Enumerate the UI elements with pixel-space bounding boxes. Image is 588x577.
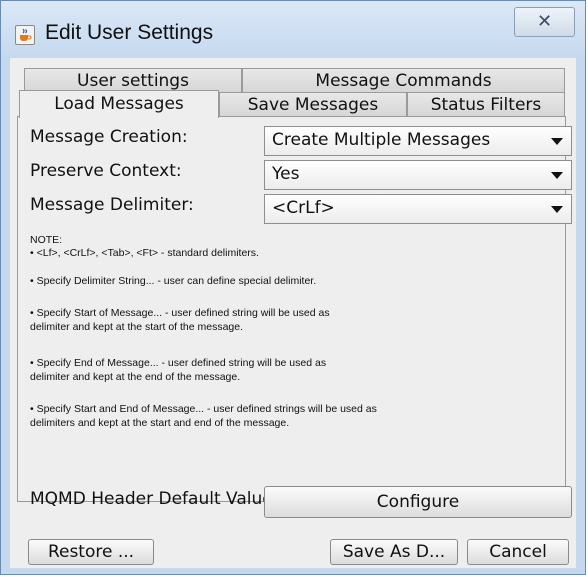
preserve-context-label: Preserve Context: <box>30 161 182 181</box>
tab-message-commands[interactable]: Message Commands <box>242 68 565 92</box>
configure-button[interactable]: Configure <box>264 486 572 518</box>
tab-label: Message Commands <box>315 71 492 91</box>
mqmd-label: MQMD Header Default Values <box>30 489 282 509</box>
tab-label: User settings <box>77 71 189 91</box>
chevron-down-icon <box>551 206 563 213</box>
restore-button[interactable]: Restore ... <box>28 539 154 565</box>
preserve-context-value: Yes <box>272 164 300 184</box>
tab-status-filters[interactable]: Status Filters <box>407 92 565 116</box>
chevron-down-icon <box>551 172 563 179</box>
close-button[interactable]: ✕ <box>514 7 575 37</box>
message-creation-value: Create Multiple Messages <box>272 130 491 150</box>
cancel-button[interactable]: Cancel <box>467 539 569 565</box>
note-line: delimiter and kept at the start of the m… <box>30 321 244 333</box>
chevron-down-icon <box>551 138 563 145</box>
message-creation-select[interactable]: Create Multiple Messages <box>264 126 572 156</box>
note-heading: NOTE: <box>30 234 63 246</box>
save-as-default-button[interactable]: Save As D... <box>330 539 458 565</box>
close-icon: ✕ <box>536 11 553 32</box>
note-line: • Specify End of Message... - user defin… <box>30 357 327 369</box>
note-line: • Specify Delimiter String... - user can… <box>30 275 317 287</box>
tab-label: Load Messages <box>54 94 184 114</box>
note-line: delimiters and kept at the start and end… <box>30 417 290 429</box>
note-line: delimiter and kept at the end of the mes… <box>30 371 241 383</box>
note-line: • <Lf>, <CrLf>, <Tab>, <Ft> - standard d… <box>30 247 259 259</box>
tab-label: Save Messages <box>247 95 379 115</box>
title-bar[interactable]: Edit User Settings ✕ <box>1 1 585 57</box>
message-delimiter-value: <CrLf> <box>272 198 335 218</box>
tab-load-messages[interactable]: Load Messages <box>19 90 219 118</box>
note-line: • Specify Start of Message... - user def… <box>30 307 330 319</box>
message-delimiter-select[interactable]: <CrLf> <box>264 194 572 224</box>
message-delimiter-label: Message Delimiter: <box>30 195 194 215</box>
java-cup-icon <box>15 25 35 45</box>
note-line: • Specify Start and End of Message... - … <box>30 403 377 415</box>
tab-save-messages[interactable]: Save Messages <box>219 92 407 116</box>
preserve-context-select[interactable]: Yes <box>264 160 572 190</box>
edit-user-settings-window: Edit User Settings ✕ User settings Messa… <box>0 0 586 575</box>
tab-user-settings[interactable]: User settings <box>24 68 242 92</box>
tab-label: Status Filters <box>430 95 542 115</box>
window-title: Edit User Settings <box>45 21 214 44</box>
message-creation-label: Message Creation: <box>30 127 188 147</box>
